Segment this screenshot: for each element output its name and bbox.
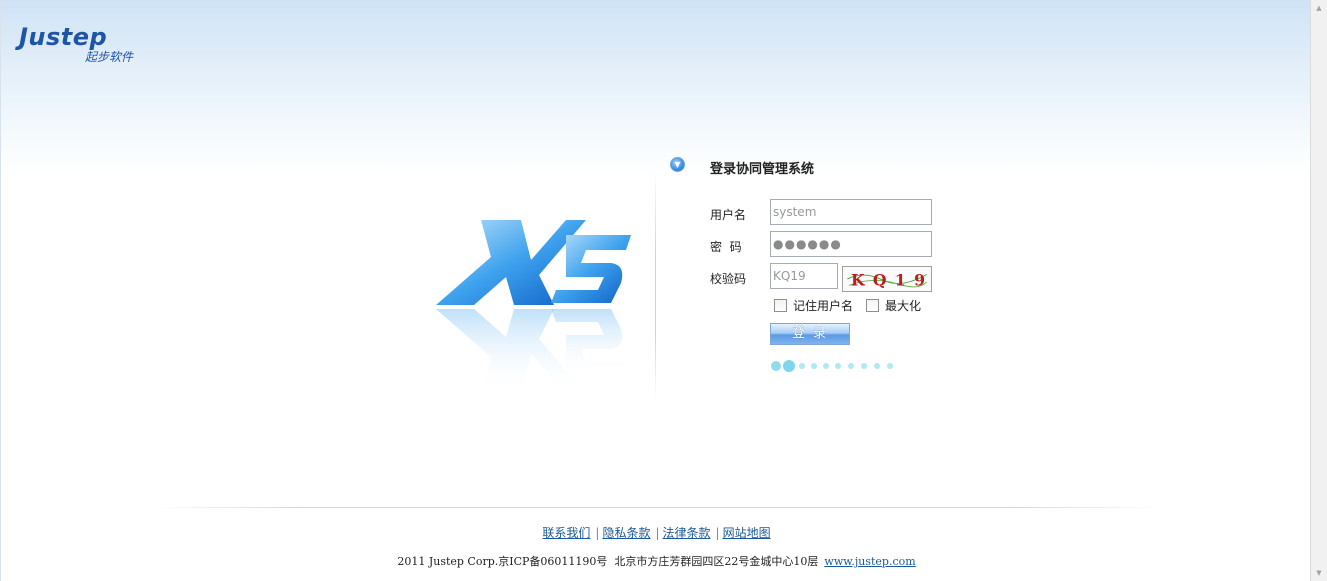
scroll-down-icon[interactable]: ▼ bbox=[1311, 565, 1327, 581]
loading-dot bbox=[811, 363, 817, 369]
logo-wordmark: Justep bbox=[19, 23, 108, 51]
footer-divider bbox=[156, 507, 1156, 508]
remember-username-checkbox[interactable] bbox=[774, 299, 787, 312]
loading-dot bbox=[771, 361, 781, 371]
loading-dot bbox=[799, 363, 805, 369]
footer-link-legal[interactable]: 法律条款 bbox=[663, 526, 711, 540]
username-label: 用户名 bbox=[710, 208, 747, 222]
maximize-checkbox[interactable] bbox=[866, 299, 879, 312]
loading-dot bbox=[848, 363, 854, 369]
username-input[interactable] bbox=[770, 199, 932, 225]
login-button[interactable]: 登录 bbox=[770, 323, 850, 345]
arrow-down-circle-icon[interactable]: ▼ bbox=[670, 157, 685, 172]
password-label: 密 码 bbox=[710, 240, 742, 254]
browser-viewport: Justep 起步软件 ▼ 登录协同管理系统 用户名 system 密 码 ●●… bbox=[0, 0, 1327, 581]
vertical-divider bbox=[655, 168, 656, 400]
scroll-up-icon[interactable]: ▲ bbox=[1311, 0, 1327, 16]
remember-username-label: 记住用户名 bbox=[793, 299, 854, 313]
x5-product-logo bbox=[436, 220, 631, 394]
footer-link-separator: | bbox=[595, 526, 600, 540]
footer-link-separator: | bbox=[715, 526, 720, 540]
maximize-label: 最大化 bbox=[885, 299, 922, 313]
captcha-image-text: KQ19 bbox=[851, 270, 932, 289]
captcha-input[interactable] bbox=[770, 263, 838, 289]
captcha-image[interactable]: KQ19 bbox=[842, 266, 932, 292]
loading-dot bbox=[887, 363, 893, 369]
footer-link-privacy[interactable]: 隐私条款 bbox=[602, 526, 650, 540]
copyright-text: 2011 Justep Corp.京ICP备06011190号 北京市方庄芳群园… bbox=[397, 555, 819, 568]
footer-copyright: 2011 Justep Corp.京ICP备06011190号 北京市方庄芳群园… bbox=[1, 553, 1312, 569]
footer-link-separator: | bbox=[655, 526, 660, 540]
justep-logo: Justep 起步软件 bbox=[19, 23, 133, 64]
website-link[interactable]: www.justep.com bbox=[824, 555, 915, 568]
loading-dot bbox=[835, 363, 841, 369]
footer-link-sitemap[interactable]: 网站地图 bbox=[723, 526, 771, 540]
captcha-label: 校验码 bbox=[710, 272, 747, 286]
loading-dot bbox=[783, 360, 795, 372]
login-title: 登录协同管理系统 bbox=[710, 162, 815, 177]
vertical-scrollbar[interactable]: ▲ ▼ bbox=[1310, 0, 1327, 581]
footer-link-contact[interactable]: 联系我们 bbox=[542, 526, 590, 540]
logo-subtitle: 起步软件 bbox=[85, 50, 134, 64]
loading-dot bbox=[823, 363, 829, 369]
login-page: Justep 起步软件 ▼ 登录协同管理系统 用户名 system 密 码 ●●… bbox=[0, 0, 1312, 581]
loading-dot bbox=[874, 363, 880, 369]
footer-links: 联系我们 | 隐私条款 | 法律条款 | 网站地图 bbox=[1, 524, 1312, 541]
loading-dot bbox=[861, 363, 867, 369]
password-input[interactable] bbox=[770, 231, 932, 257]
